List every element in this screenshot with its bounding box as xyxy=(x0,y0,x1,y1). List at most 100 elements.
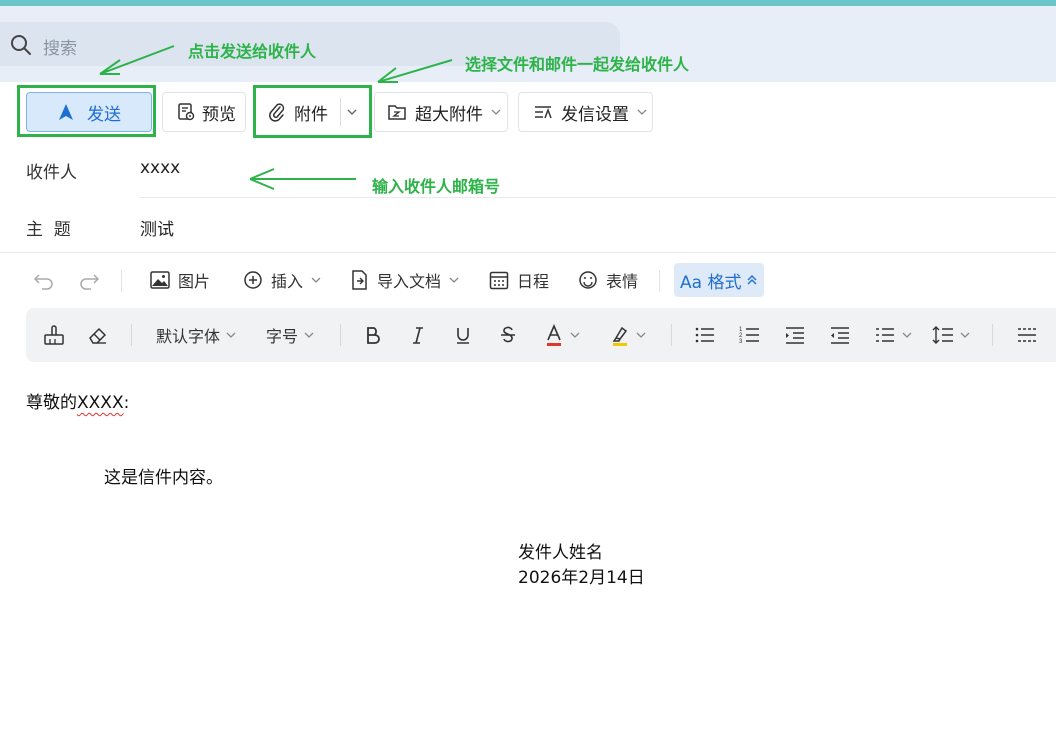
attachment-button-label: 附件 xyxy=(294,104,328,125)
subject-input[interactable]: 测试 xyxy=(140,215,174,240)
annotation-send-hint: 点击发送给收件人 xyxy=(188,42,317,61)
document-import-icon xyxy=(352,270,367,290)
chevron-down-icon xyxy=(311,277,321,283)
greeting-prefix: 尊敬的 xyxy=(26,393,77,413)
format-label: Aa 格式 xyxy=(680,272,742,293)
align-list-icon xyxy=(876,328,894,342)
text-color-button[interactable] xyxy=(544,322,580,348)
chevron-down-icon xyxy=(637,109,647,115)
toolbar-divider xyxy=(131,324,132,346)
redo-icon[interactable] xyxy=(78,270,100,290)
annotation-attach-hint: 选择文件和邮件一起发给收件人 xyxy=(465,55,690,74)
greeting-line[interactable]: 尊敬的XXXX: xyxy=(26,388,129,413)
chevron-down-icon xyxy=(304,332,314,338)
sender-name[interactable]: 发件人姓名 xyxy=(518,538,603,563)
font-family-select[interactable]: 默认字体 xyxy=(156,322,236,348)
line-height-icon xyxy=(932,326,953,344)
format-toggle-button[interactable]: Aa 格式 xyxy=(674,263,764,297)
annotation-recipient-hint: 输入收件人邮箱号 xyxy=(372,177,501,196)
italic-icon[interactable] xyxy=(408,325,428,345)
chevron-down-icon xyxy=(449,277,459,283)
calendar-icon xyxy=(489,271,509,290)
subject-divider xyxy=(0,252,1056,253)
annotation-arrow-recipient xyxy=(249,168,356,190)
undo-icon[interactable] xyxy=(33,270,55,290)
double-chevron-up-icon xyxy=(747,275,757,285)
preview-icon xyxy=(178,103,195,121)
greeting-suffix: : xyxy=(123,393,130,413)
folder-zip-icon xyxy=(388,105,406,120)
insert-image-button[interactable]: 图片 xyxy=(150,262,210,298)
letter-date[interactable]: 2026年2月14日 xyxy=(518,563,645,588)
toolbar-divider xyxy=(671,324,672,346)
toolbar-divider xyxy=(659,270,660,292)
insert-label: 插入 xyxy=(271,272,304,291)
annotation-arrow-attachment xyxy=(377,59,453,83)
font-size-value: 字号 xyxy=(266,327,299,346)
import-document-label: 导入文档 xyxy=(377,272,442,291)
chevron-down-icon xyxy=(902,332,912,338)
font-size-select[interactable]: 字号 xyxy=(266,322,314,348)
line-height-select[interactable] xyxy=(932,322,970,348)
format-toolbar: 默认字体 字号 1 2 3 xyxy=(26,308,1056,362)
chevron-down-icon[interactable] xyxy=(346,102,358,122)
highlight-color-button[interactable] xyxy=(610,322,646,348)
font-family-value: 默认字体 xyxy=(156,327,221,346)
recipient-label: 收件人 xyxy=(26,163,77,183)
recipient-input[interactable]: xxxx xyxy=(140,158,180,178)
toolbar-divider xyxy=(992,324,993,346)
send-settings-label: 发信设置 xyxy=(561,104,629,125)
chevron-down-icon xyxy=(491,109,501,115)
chevron-down-icon xyxy=(226,332,236,338)
search-icon xyxy=(11,35,31,55)
import-document-button[interactable]: 导入文档 xyxy=(351,262,459,298)
annotation-arrow-send xyxy=(99,45,175,75)
underline-icon[interactable] xyxy=(453,325,473,345)
large-attachment-button[interactable]: 超大附件 xyxy=(374,92,508,132)
plus-circle-icon xyxy=(244,271,262,289)
image-label: 图片 xyxy=(178,272,211,291)
eraser-icon[interactable] xyxy=(87,324,109,346)
bold-icon[interactable] xyxy=(363,325,383,345)
emoji-button[interactable]: 表情 xyxy=(578,262,638,298)
format-painter-icon[interactable] xyxy=(43,324,65,346)
editor-toolbar: 图片 插入 导入文档 日程 表情 xyxy=(0,262,1056,300)
large-attachment-label: 超大附件 xyxy=(415,104,483,125)
emoji-label: 表情 xyxy=(606,272,639,291)
bullet-list-icon[interactable] xyxy=(694,325,716,345)
align-select[interactable] xyxy=(874,322,912,348)
greeting-name: XXXX xyxy=(77,393,124,413)
preview-button-label: 预览 xyxy=(202,104,236,125)
highlighter-icon xyxy=(612,326,628,346)
chevron-down-icon xyxy=(570,332,580,338)
toolbar-divider xyxy=(121,270,122,292)
search-input[interactable]: 搜索 xyxy=(43,34,77,59)
recipient-divider xyxy=(140,197,1056,198)
send-icon xyxy=(59,104,73,120)
send-settings-button[interactable]: 发信设置 xyxy=(518,92,653,132)
send-button[interactable]: 发送 xyxy=(26,92,152,132)
insert-button[interactable]: 插入 xyxy=(243,262,321,298)
svg-text:3: 3 xyxy=(739,339,743,345)
indent-increase-icon[interactable] xyxy=(784,325,806,345)
preview-button[interactable]: 预览 xyxy=(162,92,246,132)
chevron-down-icon xyxy=(960,332,970,338)
image-icon xyxy=(150,271,170,289)
send-button-label: 发送 xyxy=(87,104,121,125)
text-color-icon xyxy=(547,324,561,346)
paperclip-icon xyxy=(269,103,285,122)
chevron-down-icon xyxy=(636,332,646,338)
strikethrough-icon[interactable] xyxy=(498,325,518,345)
smiley-icon xyxy=(579,271,597,289)
subject-label: 主 题 xyxy=(26,220,71,240)
attachment-divider xyxy=(340,98,341,126)
indent-decrease-icon[interactable] xyxy=(829,325,851,345)
schedule-label: 日程 xyxy=(517,272,550,291)
settings-lines-icon xyxy=(535,106,552,119)
schedule-button[interactable]: 日程 xyxy=(489,262,549,298)
divider-line-icon[interactable] xyxy=(1016,325,1038,345)
toolbar-divider xyxy=(340,324,341,346)
attachment-button[interactable]: 附件 xyxy=(258,92,368,132)
numbered-list-icon[interactable]: 1 2 3 xyxy=(739,325,761,345)
letter-content[interactable]: 这是信件内容。 xyxy=(104,463,223,488)
